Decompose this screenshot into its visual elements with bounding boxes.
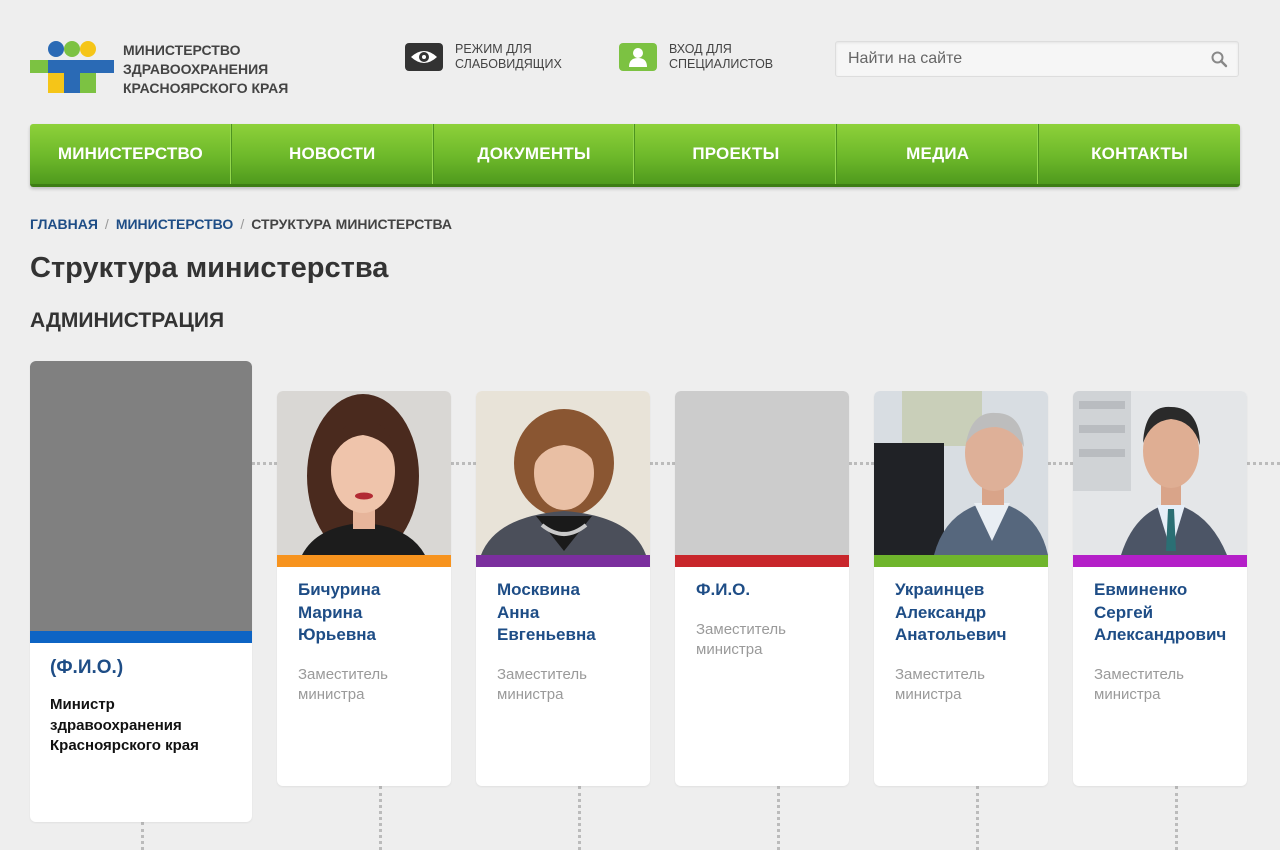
- nav-item-news[interactable]: НОВОСТИ: [232, 124, 434, 184]
- nav-item-contacts[interactable]: КОНТАКТЫ: [1039, 124, 1240, 184]
- card-color-stripe: [1073, 555, 1247, 567]
- vision-mode-label: РЕЖИМ ДЛЯ СЛАБОВИДЯЩИХ: [455, 42, 562, 71]
- person-name: Евминенко Сергей Александрович: [1094, 580, 1227, 644]
- person-role: Заместитель министра: [696, 621, 786, 658]
- connector-line: [650, 462, 675, 465]
- search-input[interactable]: [836, 42, 1196, 76]
- specialist-login-link[interactable]: ВХОД ДЛЯ СПЕЦИАЛИСТОВ: [619, 42, 799, 72]
- breadcrumb: ГЛАВНАЯ / МИНИСТЕРСТВО / СТРУКТУРА МИНИС…: [30, 216, 452, 232]
- nav-item-projects[interactable]: ПРОЕКТЫ: [635, 124, 838, 184]
- person-role: Заместитель министра: [298, 666, 388, 703]
- deputy-card[interactable]: Москвина Анна Евгеньевна Заместитель мин…: [476, 391, 650, 786]
- connector-line: [976, 786, 979, 850]
- breadcrumb-separator: /: [104, 216, 109, 232]
- vision-mode-link[interactable]: РЕЖИМ ДЛЯ СЛАБОВИДЯЩИХ: [405, 42, 585, 72]
- page-title: Структура министерства: [30, 252, 389, 284]
- person-name: Бичурина Марина Юрьевна: [298, 580, 381, 644]
- person-photo: [874, 391, 1048, 555]
- connector-line: [1175, 786, 1178, 850]
- breadcrumb-current: СТРУКТУРА МИНИСТЕРСТВА: [251, 216, 453, 232]
- deputy-card[interactable]: Евминенко Сергей Александрович Заместите…: [1073, 391, 1247, 786]
- person-photo: [476, 391, 650, 555]
- card-color-stripe: [30, 631, 252, 643]
- connector-line: [451, 462, 476, 465]
- connector-line: [1247, 462, 1280, 465]
- specialist-login-label: ВХОД ДЛЯ СПЕЦИАЛИСТОВ: [669, 42, 774, 71]
- connector-line: [1048, 462, 1073, 465]
- person-name: (Ф.И.О.): [50, 657, 124, 678]
- section-title: АДМИНИСТРАЦИЯ: [30, 309, 225, 332]
- person-role: Заместитель министра: [1094, 666, 1184, 703]
- search-icon[interactable]: [1210, 50, 1228, 68]
- person-role: Министр здравоохранения Красноярского кр…: [50, 696, 199, 754]
- org-name: МИНИСТЕРСТВО ЗДРАВООХРАНЕНИЯ КРАСНОЯРСКО…: [123, 42, 289, 96]
- person-photo: [1073, 391, 1247, 555]
- breadcrumb-ministry[interactable]: МИНИСТЕРСТВО: [116, 216, 234, 232]
- person-name: Москвина Анна Евгеньевна: [497, 580, 596, 644]
- breadcrumb-separator: /: [240, 216, 245, 232]
- nav-item-documents[interactable]: ДОКУМЕНТЫ: [434, 124, 636, 184]
- card-color-stripe: [277, 555, 451, 567]
- person-photo-placeholder: [30, 361, 252, 631]
- site-logo[interactable]: МИНИСТЕРСТВО ЗДРАВООХРАНЕНИЯ КРАСНОЯРСКО…: [30, 40, 330, 100]
- deputy-card[interactable]: Украинцев Александр Анатольевич Заместит…: [874, 391, 1048, 786]
- card-color-stripe: [476, 555, 650, 567]
- deputy-card[interactable]: Бичурина Марина Юрьевна Заместитель мини…: [277, 391, 451, 786]
- card-color-stripe: [675, 555, 849, 567]
- connector-line: [849, 462, 874, 465]
- card-color-stripe: [874, 555, 1048, 567]
- person-name: Украинцев Александр Анатольевич: [895, 580, 1007, 644]
- minister-card[interactable]: (Ф.И.О.) Министр здравоохранения Красноя…: [30, 361, 252, 822]
- person-role: Заместитель министра: [895, 666, 985, 703]
- connector-line: [252, 462, 277, 465]
- user-icon: [619, 43, 657, 71]
- person-name: Ф.И.О.: [696, 580, 751, 599]
- search-box: [835, 41, 1239, 77]
- connector-line: [578, 786, 581, 850]
- nav-item-media[interactable]: МЕДИА: [837, 124, 1040, 184]
- logo-mark-icon: [30, 41, 114, 93]
- site-header: МИНИСТЕРСТВО ЗДРАВООХРАНЕНИЯ КРАСНОЯРСКО…: [0, 0, 1280, 120]
- person-role: Заместитель министра: [497, 666, 587, 703]
- person-photo: [277, 391, 451, 555]
- breadcrumb-home[interactable]: ГЛАВНАЯ: [30, 216, 98, 232]
- deputy-card[interactable]: Ф.И.О. Заместитель министра: [675, 391, 849, 786]
- connector-line: [777, 786, 780, 850]
- main-nav: МИНИСТЕРСТВО НОВОСТИ ДОКУМЕНТЫ ПРОЕКТЫ М…: [30, 124, 1240, 187]
- connector-line: [141, 822, 144, 850]
- person-photo-placeholder: [675, 391, 849, 555]
- connector-line: [379, 786, 382, 850]
- nav-item-ministry[interactable]: МИНИСТЕРСТВО: [30, 124, 232, 184]
- eye-icon: [405, 43, 443, 71]
